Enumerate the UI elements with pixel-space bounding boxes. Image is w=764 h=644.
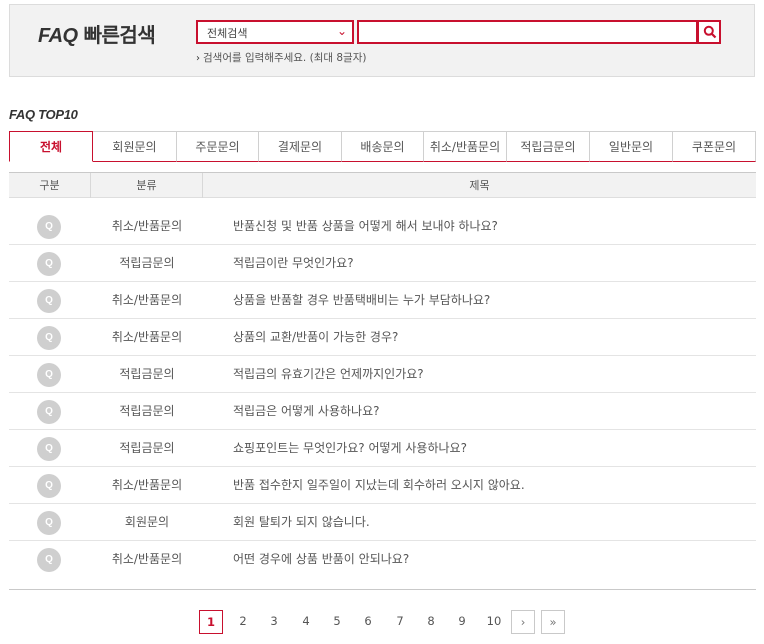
- page-3[interactable]: 3: [262, 610, 286, 634]
- page-8[interactable]: 8: [419, 610, 443, 634]
- row-category: 취소/반품문의: [111, 219, 183, 233]
- tab-coupon[interactable]: 쿠폰문의: [673, 131, 756, 162]
- page-2[interactable]: 2: [231, 610, 255, 634]
- table-row[interactable]: Q 취소/반품문의 반품 접수한지 일주일이 지났는데 회수하러 오시지 않아요…: [9, 467, 756, 504]
- search-icon: [703, 25, 717, 39]
- faq-search-title: FAQ 빠른검색: [38, 19, 156, 48]
- row-subject-link[interactable]: 반품신청 및 반품 상품을 어떻게 해서 보내야 하나요?: [233, 208, 498, 245]
- row-subject-link[interactable]: 상품의 교환/반품이 가능한 경우?: [233, 319, 398, 356]
- question-badge: Q: [37, 474, 61, 498]
- tab-member[interactable]: 회원문의: [93, 131, 177, 162]
- header-type: 구분: [9, 173, 91, 198]
- question-badge: Q: [37, 289, 61, 313]
- table-row[interactable]: Q 적립금문의 적립금의 유효기간은 언제까지인가요?: [9, 356, 756, 393]
- faq-top10-title: FAQ TOP10: [9, 107, 78, 122]
- last-page-button[interactable]: »: [541, 610, 565, 634]
- tab-all[interactable]: 전체: [9, 131, 93, 162]
- next-page-button[interactable]: ›: [511, 610, 535, 634]
- table-row[interactable]: Q 취소/반품문의 반품신청 및 반품 상품을 어떻게 해서 보내야 하나요?: [9, 208, 756, 245]
- question-badge: Q: [37, 252, 61, 276]
- table-row[interactable]: Q 취소/반품문의 상품을 반품할 경우 반품택배비는 누가 부담하나요?: [9, 282, 756, 319]
- tab-payment[interactable]: 결제문의: [259, 131, 342, 162]
- row-subject-link[interactable]: 쇼핑포인트는 무엇인가요? 어떻게 사용하나요?: [233, 430, 467, 467]
- row-category: 취소/반품문의: [111, 552, 183, 566]
- question-badge: Q: [37, 215, 61, 239]
- header-subject: 제목: [469, 179, 490, 192]
- faq-quick-search-panel: FAQ 빠른검색 전체검색 ⌄ › 검색어를 입력해주세요. (최대 8글자): [9, 4, 755, 77]
- row-subject-link[interactable]: 적립금의 유효기간은 언제까지인가요?: [233, 356, 424, 393]
- page-5[interactable]: 5: [325, 610, 349, 634]
- chevron-right-icon: ›: [196, 53, 200, 64]
- category-tabs: 전체 회원문의 주문문의 결제문의 배송문의 취소/반품문의 적립금문의 일반문…: [9, 131, 756, 162]
- row-category: 취소/반품문의: [111, 478, 183, 492]
- question-badge: Q: [37, 400, 61, 424]
- row-subject-link[interactable]: 적립금이란 무엇인가요?: [233, 245, 354, 282]
- chevron-right-icon: ›: [520, 615, 526, 629]
- question-badge: Q: [37, 511, 61, 535]
- table-row[interactable]: Q 취소/반품문의 어떤 경우에 상품 반품이 안되나요?: [9, 541, 756, 578]
- row-subject-link[interactable]: 어떤 경우에 상품 반품이 안되나요?: [233, 541, 409, 578]
- row-subject-link[interactable]: 상품을 반품할 경우 반품택배비는 누가 부담하나요?: [233, 282, 490, 319]
- row-subject-link[interactable]: 회원 탈퇴가 되지 않습니다.: [233, 504, 370, 541]
- tab-cancel-return[interactable]: 취소/반품문의: [424, 131, 507, 162]
- row-category: 적립금문의: [119, 404, 175, 418]
- row-category: 적립금문의: [119, 441, 175, 455]
- question-badge: Q: [37, 548, 61, 572]
- table-row[interactable]: Q 회원문의 회원 탈퇴가 되지 않습니다.: [9, 504, 756, 541]
- table-row[interactable]: Q 적립금문의 적립금이란 무엇인가요?: [9, 245, 756, 282]
- table-row[interactable]: Q 적립금문의 쇼핑포인트는 무엇인가요? 어떻게 사용하나요?: [9, 430, 756, 467]
- table-bottom-divider: [9, 589, 756, 590]
- row-category: 취소/반품문의: [111, 293, 183, 307]
- tab-delivery[interactable]: 배송문의: [342, 131, 424, 162]
- header-category: 분류: [91, 173, 203, 198]
- faq-table-body: Q 취소/반품문의 반품신청 및 반품 상품을 어떻게 해서 보내야 하나요? …: [9, 208, 756, 578]
- question-badge: Q: [37, 437, 61, 461]
- search-scope-select[interactable]: 전체검색 ⌄: [196, 20, 354, 44]
- table-row[interactable]: Q 취소/반품문의 상품의 교환/반품이 가능한 경우?: [9, 319, 756, 356]
- row-subject-link[interactable]: 반품 접수한지 일주일이 지났는데 회수하러 오시지 않아요.: [233, 467, 525, 504]
- faq-title-prefix: FAQ: [38, 25, 78, 47]
- search-hint-text: 검색어를 입력해주세요. (최대 8글자): [203, 52, 367, 64]
- row-category: 취소/반품문의: [111, 330, 183, 344]
- faq-table-header: 구분 분류 제목: [9, 172, 756, 198]
- double-chevron-right-icon: »: [549, 615, 557, 629]
- page-9[interactable]: 9: [450, 610, 474, 634]
- page-1[interactable]: 1: [199, 610, 223, 634]
- search-hint: › 검색어를 입력해주세요. (최대 8글자): [196, 50, 366, 65]
- row-subject-link[interactable]: 적립금은 어떻게 사용하나요?: [233, 393, 379, 430]
- tab-order[interactable]: 주문문의: [177, 131, 259, 162]
- chevron-down-icon: ⌄: [336, 24, 347, 38]
- question-badge: Q: [37, 326, 61, 350]
- page-7[interactable]: 7: [388, 610, 412, 634]
- page-6[interactable]: 6: [356, 610, 380, 634]
- row-category: 회원문의: [124, 515, 170, 529]
- search-scope-value: 전체검색: [207, 27, 248, 40]
- tab-general[interactable]: 일반문의: [590, 131, 673, 162]
- search-input[interactable]: [357, 20, 697, 44]
- page-4[interactable]: 4: [294, 610, 318, 634]
- table-row[interactable]: Q 적립금문의 적립금은 어떻게 사용하나요?: [9, 393, 756, 430]
- row-category: 적립금문의: [119, 256, 175, 270]
- search-button[interactable]: [697, 20, 721, 44]
- row-category: 적립금문의: [119, 367, 175, 381]
- question-badge: Q: [37, 363, 61, 387]
- page-10[interactable]: 10: [482, 610, 506, 634]
- faq-title-main: 빠른검색: [83, 23, 156, 47]
- tab-points[interactable]: 적립금문의: [507, 131, 590, 162]
